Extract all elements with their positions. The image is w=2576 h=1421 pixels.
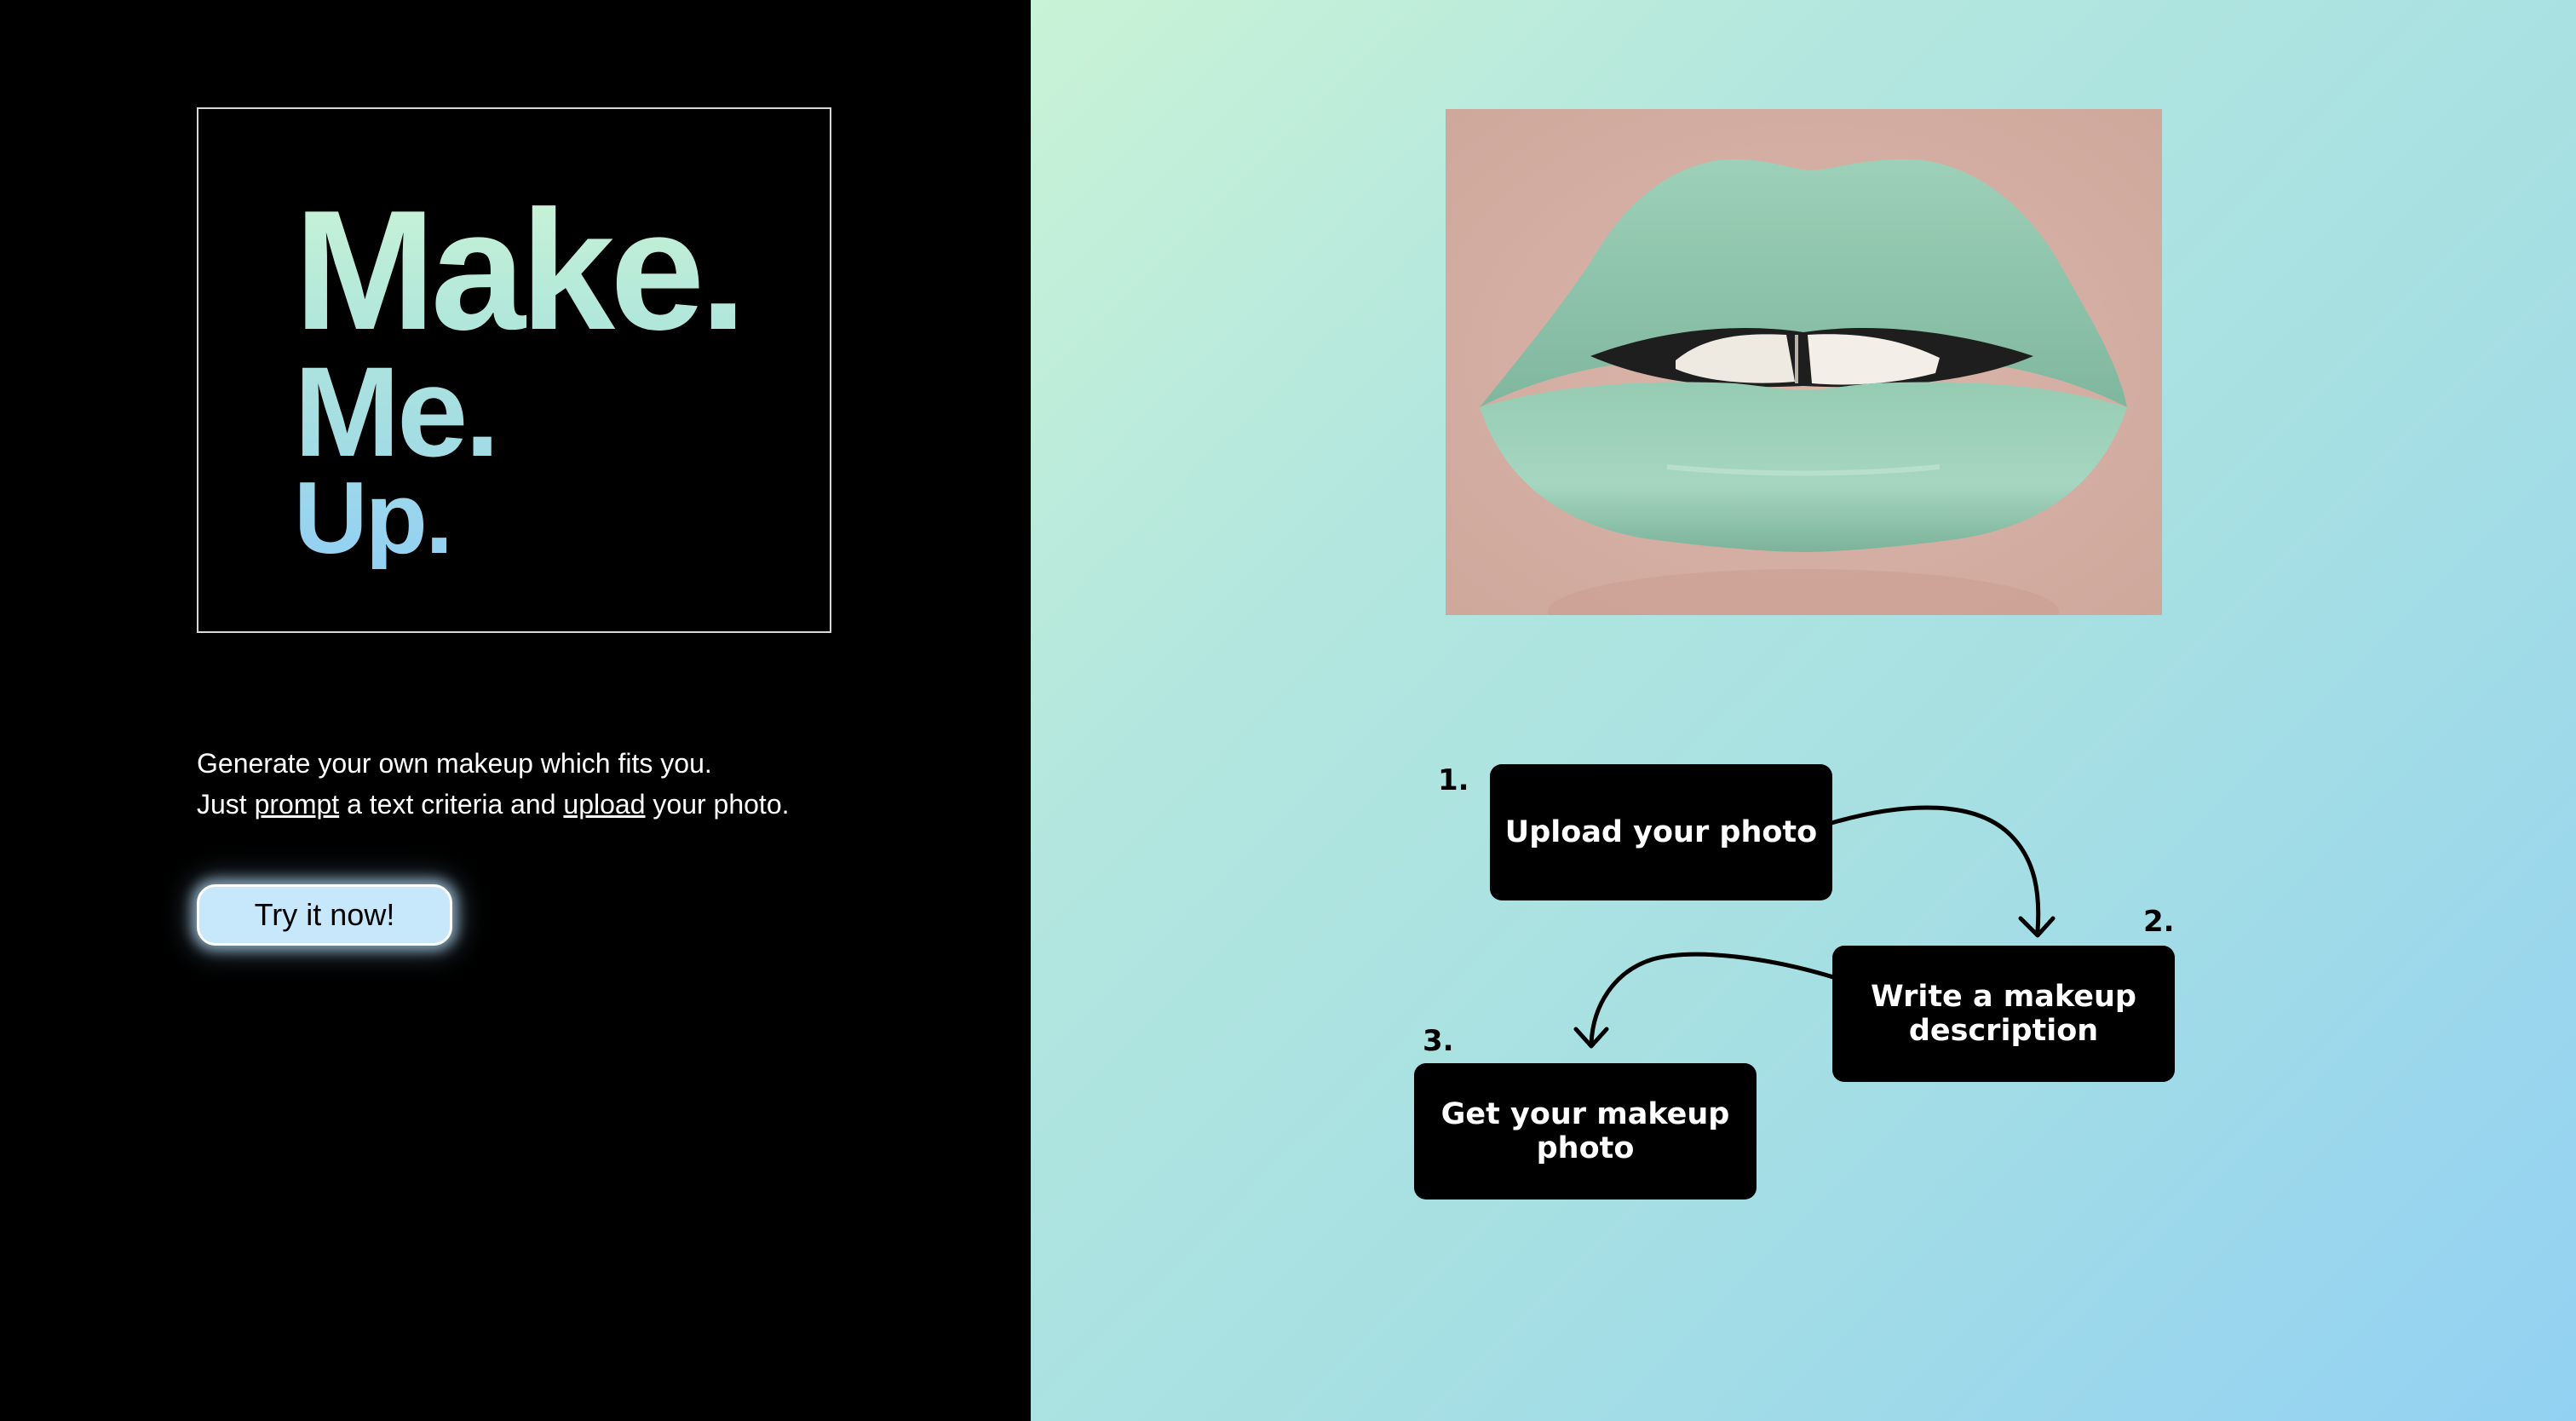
step-write-description: Write a makeup description xyxy=(1832,946,2175,1082)
step-number-3: 3. xyxy=(1423,1024,1454,1058)
flow-arrows xyxy=(1573,805,2056,1049)
step-get-photo: Get your makeup photo xyxy=(1414,1063,1757,1200)
arrow-step2-to-step3 xyxy=(1589,952,1836,1046)
arrow-step1-to-step2 xyxy=(1829,805,2041,934)
step-number-1: 1. xyxy=(1438,763,1469,797)
step-upload-photo: Upload your photo xyxy=(1490,764,1832,900)
step-number-2: 2. xyxy=(2143,905,2175,939)
